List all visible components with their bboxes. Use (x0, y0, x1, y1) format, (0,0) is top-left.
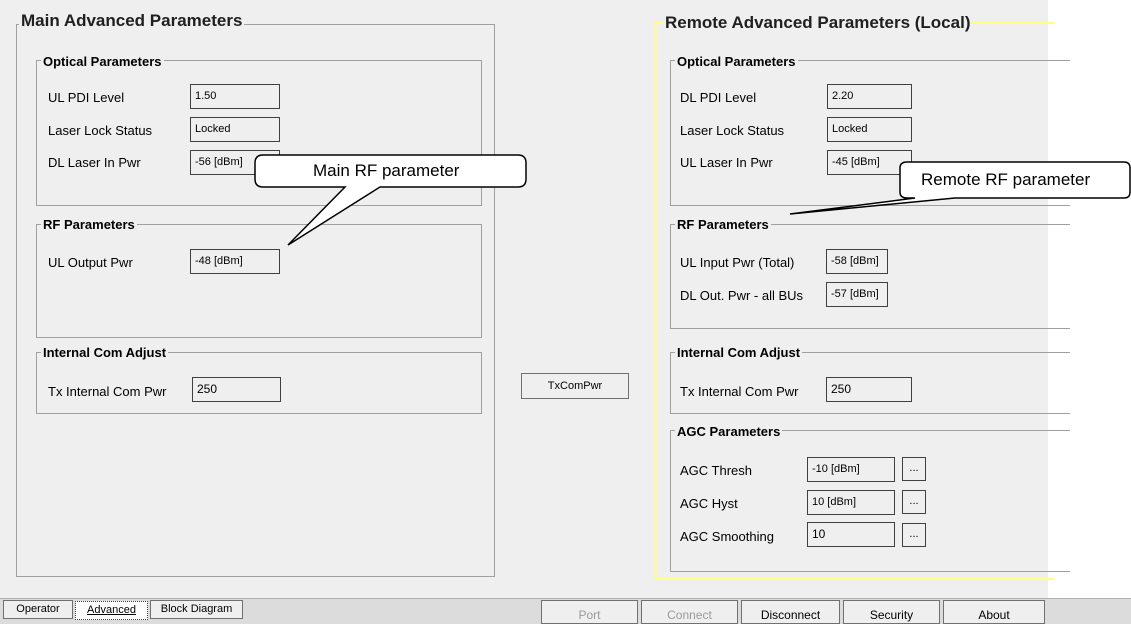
remote-callout-text: Remote RF parameter (921, 170, 1091, 189)
tab-advanced[interactable]: Advanced (75, 601, 148, 620)
connect-button[interactable]: Connect (641, 600, 738, 624)
tab-block-diagram[interactable]: Block Diagram (150, 600, 243, 619)
disconnect-button[interactable]: Disconnect (741, 600, 840, 624)
tab-operator[interactable]: Operator (3, 600, 73, 619)
callout-shapes (254, 154, 1131, 246)
about-button[interactable]: About (943, 600, 1045, 624)
main-callout-text: Main RF parameter (313, 161, 460, 180)
port-button[interactable]: Port (541, 600, 638, 624)
security-button[interactable]: Security (843, 600, 940, 624)
